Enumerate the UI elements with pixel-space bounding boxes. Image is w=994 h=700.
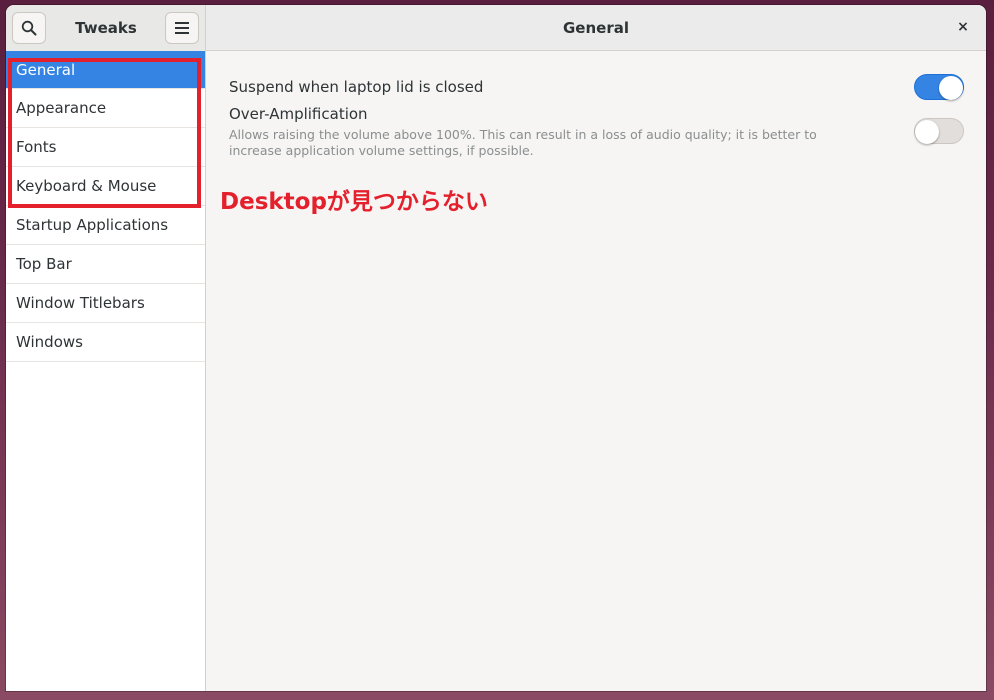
over-amplification-label: Over-Amplification <box>229 105 368 123</box>
search-icon <box>21 20 37 36</box>
over-amplification-description: Allows raising the volume above 100%. Th… <box>229 127 817 158</box>
annotation-text: Desktopが見つからない <box>220 189 488 215</box>
sidebar-item-top-bar[interactable]: Top Bar <box>6 245 205 284</box>
switch-knob <box>915 120 939 144</box>
lid-suspend-switch[interactable] <box>914 74 964 100</box>
lid-suspend-label: Suspend when laptop lid is closed <box>229 78 484 96</box>
sidebar-item-label: Window Titlebars <box>16 294 145 312</box>
close-button[interactable]: × <box>950 14 976 40</box>
sidebar-item-label: Startup Applications <box>16 216 169 234</box>
sidebar-header: Tweaks <box>6 5 206 51</box>
header-bar: Tweaks General × <box>6 5 986 51</box>
lid-suspend-setting: Suspend when laptop lid is closed <box>229 78 483 96</box>
search-button[interactable] <box>12 12 46 44</box>
switch-knob <box>939 76 963 100</box>
sidebar-item-label: Top Bar <box>16 255 72 273</box>
annotation-highlight-box <box>8 58 201 208</box>
sidebar-item-windows[interactable]: Windows <box>6 323 205 362</box>
over-amplification-switch[interactable] <box>914 118 964 144</box>
sidebar-item-window-titlebars[interactable]: Window Titlebars <box>6 284 205 323</box>
sidebar-item-startup-applications[interactable]: Startup Applications <box>6 206 205 245</box>
app-title: Tweaks <box>75 19 137 37</box>
hamburger-menu-icon <box>175 22 189 34</box>
close-icon: × <box>957 19 969 35</box>
main-menu-button[interactable] <box>165 12 199 44</box>
over-amplification-setting: Over-Amplification Allows raising the vo… <box>229 105 869 159</box>
page-title: General <box>563 19 629 37</box>
settings-panel: Suspend when laptop lid is closed Over-A… <box>207 51 986 691</box>
sidebar-item-label: Windows <box>16 333 83 351</box>
